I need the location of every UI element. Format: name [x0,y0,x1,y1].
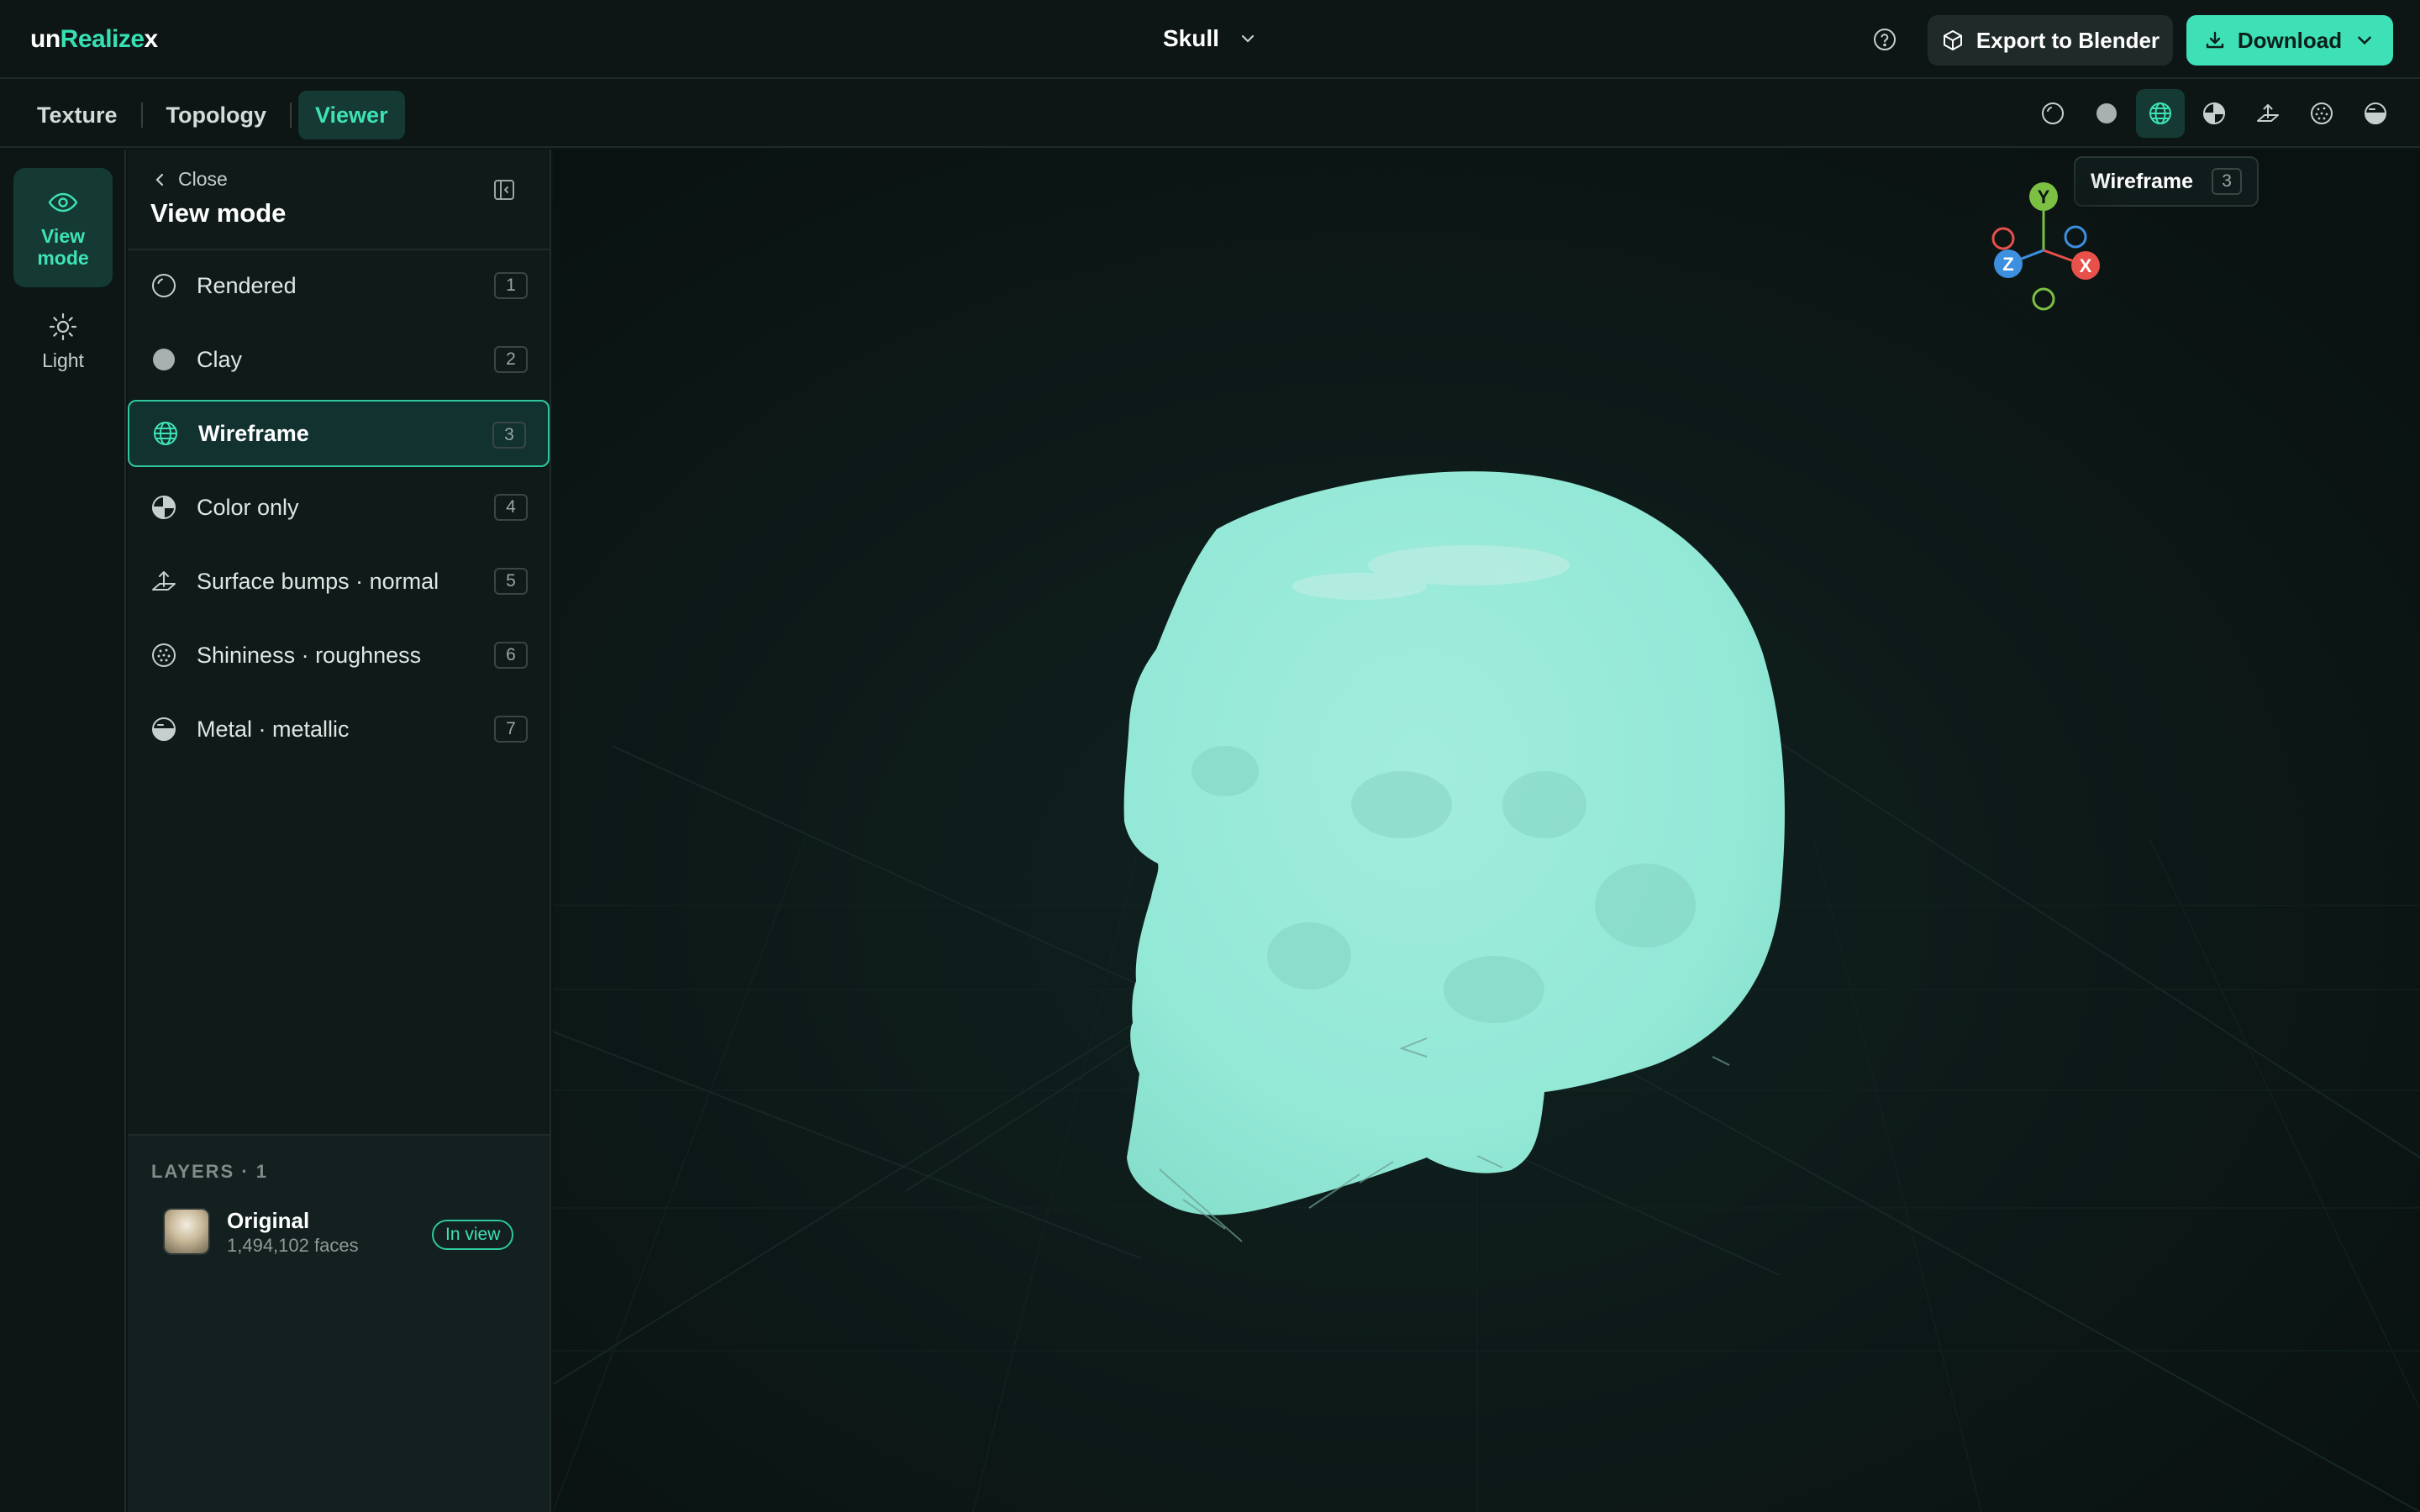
toolbar-wireframe-button[interactable] [2136,89,2185,138]
shininess-icon [2311,102,2333,124]
help-icon[interactable] [1872,27,1897,52]
rendered-icon [2042,102,2064,124]
left-rail: View mode Light [0,150,126,1512]
toolbar-surface-bumps-button[interactable] [2244,89,2292,138]
surface-bumps-icon [152,571,176,591]
rail-view-mode[interactable]: View mode [13,168,113,287]
tab-viewer[interactable]: Viewer [298,91,405,139]
tab-bar: Texture Topology Viewer [20,91,405,139]
collapse-panel-icon[interactable] [489,175,519,205]
shortcut-key: 7 [494,716,528,743]
toolbar-clay-button[interactable] [2082,89,2131,138]
in-view-badge: In view [432,1220,514,1250]
svg-text:Z: Z [2002,254,2013,275]
toolbar-color-only-button[interactable] [2190,89,2238,138]
project-name: Skull [1163,25,1219,51]
svg-text:X: X [2080,255,2092,276]
layer-name: Original [227,1208,310,1233]
chevron-down-icon [2358,36,2371,45]
skull-model[interactable] [553,150,2420,1512]
view-mode-panel: Close View mode Rendered 1 Clay 2 Wirefr… [128,150,551,1512]
sun-icon [49,312,77,341]
mode-row-clay[interactable]: Clay 2 [128,326,550,393]
axis-z-handle[interactable]: Z [1994,249,2023,278]
cube-icon [1943,30,1962,50]
eye-icon [48,192,78,213]
tab-divider [290,102,292,128]
axis-gizmo[interactable]: Y X Z [1847,160,2133,445]
svg-text:Y: Y [2038,186,2050,207]
layer-row-original[interactable]: Original 1,494,102 faces In view [163,1201,533,1260]
mode-row-surface-bumps[interactable]: Surface bumps · normal 5 [128,548,550,615]
shortcut-key: 4 [494,494,528,521]
mode-row-metal[interactable]: Metal · metallic 7 [128,696,550,763]
shortcut-key: 1 [494,272,528,299]
tab-topology[interactable]: Topology [150,91,283,139]
view-mode-toolbar [2028,89,2400,138]
toolbar-metal-button[interactable] [2351,89,2400,138]
color-only-icon [2202,102,2226,125]
panel-title: View mode [150,198,287,228]
mode-row-rendered[interactable]: Rendered 1 [128,252,550,319]
color-only-icon [151,495,176,520]
export-to-blender-button[interactable]: Export to Blender [1928,15,2173,66]
axis-x-handle[interactable]: X [2071,251,2100,280]
layer-face-count: 1,494,102 faces [227,1235,359,1256]
rail-light[interactable]: Light [13,311,113,371]
3d-viewport[interactable]: Wireframe 3 Y X Z [553,150,2420,1512]
shortcut-key: 2 [494,346,528,373]
clay-icon [153,349,175,370]
toolbar-shininess-button[interactable] [2297,89,2346,138]
chevron-down-icon [1241,34,1255,43]
axis-y-handle[interactable]: Y [2029,182,2058,211]
shortcut-key: 6 [494,642,528,669]
metal-icon [2365,102,2386,124]
view-toolbar: Texture Topology Viewer [0,81,2420,148]
chevron-left-icon [155,173,164,186]
download-icon [2206,31,2224,49]
top-bar: unRealizex Skull Export to Blender Downl… [0,0,2420,79]
layer-thumbnail [163,1208,210,1255]
project-selector[interactable]: Skull [1163,25,1258,52]
tab-divider [140,102,143,128]
shortcut-key: 3 [2212,168,2243,195]
tab-texture[interactable]: Texture [20,91,134,139]
panel-header: Close View mode [128,150,550,250]
layers-title: LAYERS · 1 [151,1161,269,1182]
mode-row-shininess[interactable]: Shininess · roughness 6 [128,622,550,689]
download-button[interactable]: Download [2186,15,2393,66]
metal-icon [152,717,176,741]
surface-bumps-icon [2257,104,2279,122]
wireframe-icon [2149,102,2171,124]
clay-icon [2096,103,2117,123]
rendered-icon [152,274,176,297]
app-logo[interactable]: unRealizex [30,25,158,54]
toolbar-rendered-button[interactable] [2028,89,2077,138]
close-panel-button[interactable]: Close [151,168,228,191]
shininess-icon [152,643,176,667]
mode-row-color-only[interactable]: Color only 4 [128,474,550,541]
mode-row-wireframe[interactable]: Wireframe 3 [128,400,550,467]
wireframe-icon [154,422,177,445]
shortcut-key: 5 [494,568,528,595]
layers-section: LAYERS · 1 Original 1,494,102 faces In v… [128,1134,550,1512]
shortcut-key: 3 [492,422,526,449]
